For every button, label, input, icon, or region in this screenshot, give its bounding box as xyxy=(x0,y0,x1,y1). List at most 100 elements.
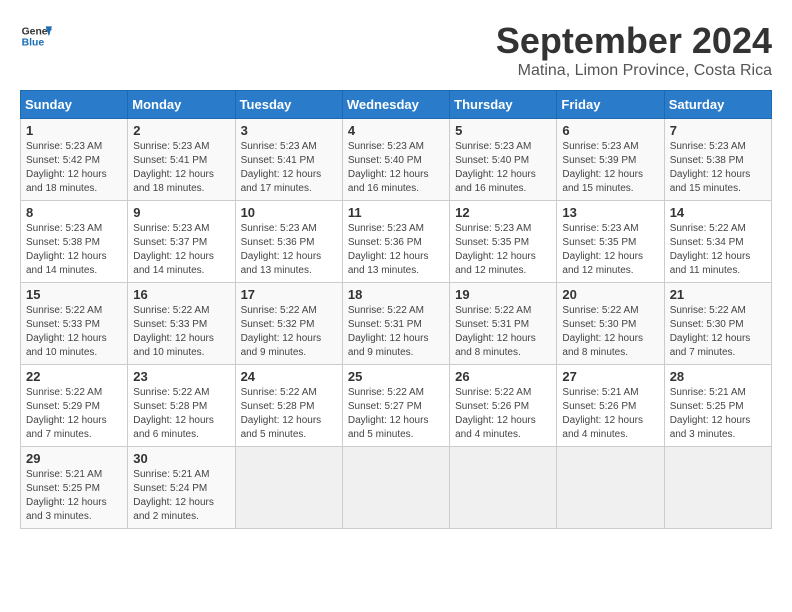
calendar-day-cell: 21 Sunrise: 5:22 AM Sunset: 5:30 PM Dayli… xyxy=(664,283,771,365)
calendar-day-cell: 10 Sunrise: 5:23 AM Sunset: 5:36 PM Dayli… xyxy=(235,201,342,283)
logo-icon: General Blue xyxy=(20,20,52,52)
calendar-day-cell: 6 Sunrise: 5:23 AM Sunset: 5:39 PM Daylig… xyxy=(557,119,664,201)
weekday-header-cell: Wednesday xyxy=(342,91,449,119)
day-info: Sunrise: 5:23 AM Sunset: 5:41 PM Dayligh… xyxy=(241,140,337,196)
day-info: Sunrise: 5:21 AM Sunset: 5:26 PM Dayligh… xyxy=(562,386,658,442)
day-info: Sunrise: 5:22 AM Sunset: 5:30 PM Dayligh… xyxy=(562,304,658,360)
calendar-day-cell: 17 Sunrise: 5:22 AM Sunset: 5:32 PM Dayli… xyxy=(235,283,342,365)
day-info: Sunrise: 5:23 AM Sunset: 5:41 PM Dayligh… xyxy=(133,140,229,196)
calendar-day-cell: 4 Sunrise: 5:23 AM Sunset: 5:40 PM Daylig… xyxy=(342,119,449,201)
day-number: 7 xyxy=(670,123,766,138)
day-info: Sunrise: 5:23 AM Sunset: 5:40 PM Dayligh… xyxy=(455,140,551,196)
calendar-day-cell: 19Sunrise: 5:22 AM Sunset: 5:31 PM Dayli… xyxy=(450,283,557,365)
day-number: 22 xyxy=(26,369,122,384)
day-info: Sunrise: 5:22 AM Sunset: 5:31 PM Dayligh… xyxy=(348,304,444,360)
day-number: 16 xyxy=(133,287,229,302)
day-info: Sunrise: 5:23 AM Sunset: 5:38 PM Dayligh… xyxy=(26,222,122,278)
day-info: Sunrise: 5:22 AM Sunset: 5:29 PM Dayligh… xyxy=(26,386,122,442)
calendar-day-cell: 11 Sunrise: 5:23 AM Sunset: 5:36 PM Dayli… xyxy=(342,201,449,283)
day-info: Sunrise: 5:23 AM Sunset: 5:39 PM Dayligh… xyxy=(562,140,658,196)
day-number: 28 xyxy=(670,369,766,384)
page-header: General Blue September 2024 Matina, Limo… xyxy=(20,20,772,80)
calendar-day-cell xyxy=(342,447,449,529)
calendar-day-cell: 8 Sunrise: 5:23 AM Sunset: 5:38 PM Daylig… xyxy=(21,201,128,283)
day-info: Sunrise: 5:21 AM Sunset: 5:24 PM Dayligh… xyxy=(133,468,229,524)
calendar-day-cell: 1 Sunrise: 5:23 AM Sunset: 5:42 PM Daylig… xyxy=(21,119,128,201)
day-number: 14 xyxy=(670,205,766,220)
day-info: Sunrise: 5:21 AM Sunset: 5:25 PM Dayligh… xyxy=(26,468,122,524)
calendar-day-cell: 9Sunrise: 5:23 AM Sunset: 5:37 PM Daylig… xyxy=(128,201,235,283)
day-info: Sunrise: 5:22 AM Sunset: 5:34 PM Dayligh… xyxy=(670,222,766,278)
day-info: Sunrise: 5:23 AM Sunset: 5:38 PM Dayligh… xyxy=(670,140,766,196)
calendar-day-cell xyxy=(664,447,771,529)
calendar-body: 1 Sunrise: 5:23 AM Sunset: 5:42 PM Daylig… xyxy=(21,119,772,529)
day-number: 29 xyxy=(26,451,122,466)
calendar-day-cell: 25Sunrise: 5:22 AM Sunset: 5:27 PM Dayli… xyxy=(342,365,449,447)
calendar-day-cell: 2 Sunrise: 5:23 AM Sunset: 5:41 PM Daylig… xyxy=(128,119,235,201)
day-number: 27 xyxy=(562,369,658,384)
day-number: 4 xyxy=(348,123,444,138)
day-info: Sunrise: 5:23 AM Sunset: 5:40 PM Dayligh… xyxy=(348,140,444,196)
day-number: 15 xyxy=(26,287,122,302)
weekday-header-cell: Saturday xyxy=(664,91,771,119)
calendar-day-cell: 3 Sunrise: 5:23 AM Sunset: 5:41 PM Daylig… xyxy=(235,119,342,201)
calendar-day-cell xyxy=(450,447,557,529)
day-info: Sunrise: 5:23 AM Sunset: 5:42 PM Dayligh… xyxy=(26,140,122,196)
weekday-header-cell: Thursday xyxy=(450,91,557,119)
calendar-day-cell: 18 Sunrise: 5:22 AM Sunset: 5:31 PM Dayli… xyxy=(342,283,449,365)
weekday-header-cell: Monday xyxy=(128,91,235,119)
calendar-day-cell: 27 Sunrise: 5:21 AM Sunset: 5:26 PM Dayli… xyxy=(557,365,664,447)
calendar-table: SundayMondayTuesdayWednesdayThursdayFrid… xyxy=(20,90,772,529)
day-number: 6 xyxy=(562,123,658,138)
day-info: Sunrise: 5:21 AM Sunset: 5:25 PM Dayligh… xyxy=(670,386,766,442)
day-info: Sunrise: 5:23 AM Sunset: 5:35 PM Dayligh… xyxy=(562,222,658,278)
day-info: Sunrise: 5:23 AM Sunset: 5:35 PM Dayligh… xyxy=(455,222,551,278)
weekday-header-cell: Friday xyxy=(557,91,664,119)
day-number: 11 xyxy=(348,205,444,220)
day-info: Sunrise: 5:23 AM Sunset: 5:37 PM Dayligh… xyxy=(133,222,229,278)
day-number: 12 xyxy=(455,205,551,220)
day-number: 13 xyxy=(562,205,658,220)
weekday-header-cell: Tuesday xyxy=(235,91,342,119)
calendar-day-cell: 13 Sunrise: 5:23 AM Sunset: 5:35 PM Dayli… xyxy=(557,201,664,283)
calendar-week-row: 1 Sunrise: 5:23 AM Sunset: 5:42 PM Daylig… xyxy=(21,119,772,201)
weekday-header-cell: Sunday xyxy=(21,91,128,119)
calendar-day-cell: 26Sunrise: 5:22 AM Sunset: 5:26 PM Dayli… xyxy=(450,365,557,447)
day-number: 21 xyxy=(670,287,766,302)
calendar-week-row: 15 Sunrise: 5:22 AM Sunset: 5:33 PM Dayli… xyxy=(21,283,772,365)
day-info: Sunrise: 5:22 AM Sunset: 5:30 PM Dayligh… xyxy=(670,304,766,360)
day-number: 1 xyxy=(26,123,122,138)
day-info: Sunrise: 5:22 AM Sunset: 5:28 PM Dayligh… xyxy=(133,386,229,442)
day-info: Sunrise: 5:23 AM Sunset: 5:36 PM Dayligh… xyxy=(348,222,444,278)
day-number: 24 xyxy=(241,369,337,384)
day-info: Sunrise: 5:22 AM Sunset: 5:33 PM Dayligh… xyxy=(26,304,122,360)
calendar-day-cell: 22 Sunrise: 5:22 AM Sunset: 5:29 PM Dayli… xyxy=(21,365,128,447)
day-info: Sunrise: 5:22 AM Sunset: 5:26 PM Dayligh… xyxy=(455,386,551,442)
calendar-day-cell: 16 Sunrise: 5:22 AM Sunset: 5:33 PM Dayli… xyxy=(128,283,235,365)
day-info: Sunrise: 5:22 AM Sunset: 5:27 PM Dayligh… xyxy=(348,386,444,442)
day-info: Sunrise: 5:23 AM Sunset: 5:36 PM Dayligh… xyxy=(241,222,337,278)
day-info: Sunrise: 5:22 AM Sunset: 5:32 PM Dayligh… xyxy=(241,304,337,360)
weekday-header-row: SundayMondayTuesdayWednesdayThursdayFrid… xyxy=(21,91,772,119)
location-title: Matina, Limon Province, Costa Rica xyxy=(496,62,772,80)
calendar-day-cell: 29 Sunrise: 5:21 AM Sunset: 5:25 PM Dayli… xyxy=(21,447,128,529)
month-title: September 2024 xyxy=(496,20,772,62)
calendar-day-cell xyxy=(235,447,342,529)
calendar-day-cell: 24 Sunrise: 5:22 AM Sunset: 5:28 PM Dayli… xyxy=(235,365,342,447)
calendar-day-cell: 12 Sunrise: 5:23 AM Sunset: 5:35 PM Dayli… xyxy=(450,201,557,283)
calendar-day-cell: 14 Sunrise: 5:22 AM Sunset: 5:34 PM Dayli… xyxy=(664,201,771,283)
day-number: 2 xyxy=(133,123,229,138)
day-number: 3 xyxy=(241,123,337,138)
day-number: 19 xyxy=(455,287,551,302)
day-number: 18 xyxy=(348,287,444,302)
day-info: Sunrise: 5:22 AM Sunset: 5:33 PM Dayligh… xyxy=(133,304,229,360)
calendar-day-cell: 15 Sunrise: 5:22 AM Sunset: 5:33 PM Dayli… xyxy=(21,283,128,365)
calendar-day-cell: 30Sunrise: 5:21 AM Sunset: 5:24 PM Dayli… xyxy=(128,447,235,529)
day-number: 8 xyxy=(26,205,122,220)
day-info: Sunrise: 5:22 AM Sunset: 5:28 PM Dayligh… xyxy=(241,386,337,442)
day-number: 17 xyxy=(241,287,337,302)
calendar-day-cell xyxy=(557,447,664,529)
calendar-day-cell: 7 Sunrise: 5:23 AM Sunset: 5:38 PM Daylig… xyxy=(664,119,771,201)
day-number: 10 xyxy=(241,205,337,220)
calendar-week-row: 22 Sunrise: 5:22 AM Sunset: 5:29 PM Dayli… xyxy=(21,365,772,447)
